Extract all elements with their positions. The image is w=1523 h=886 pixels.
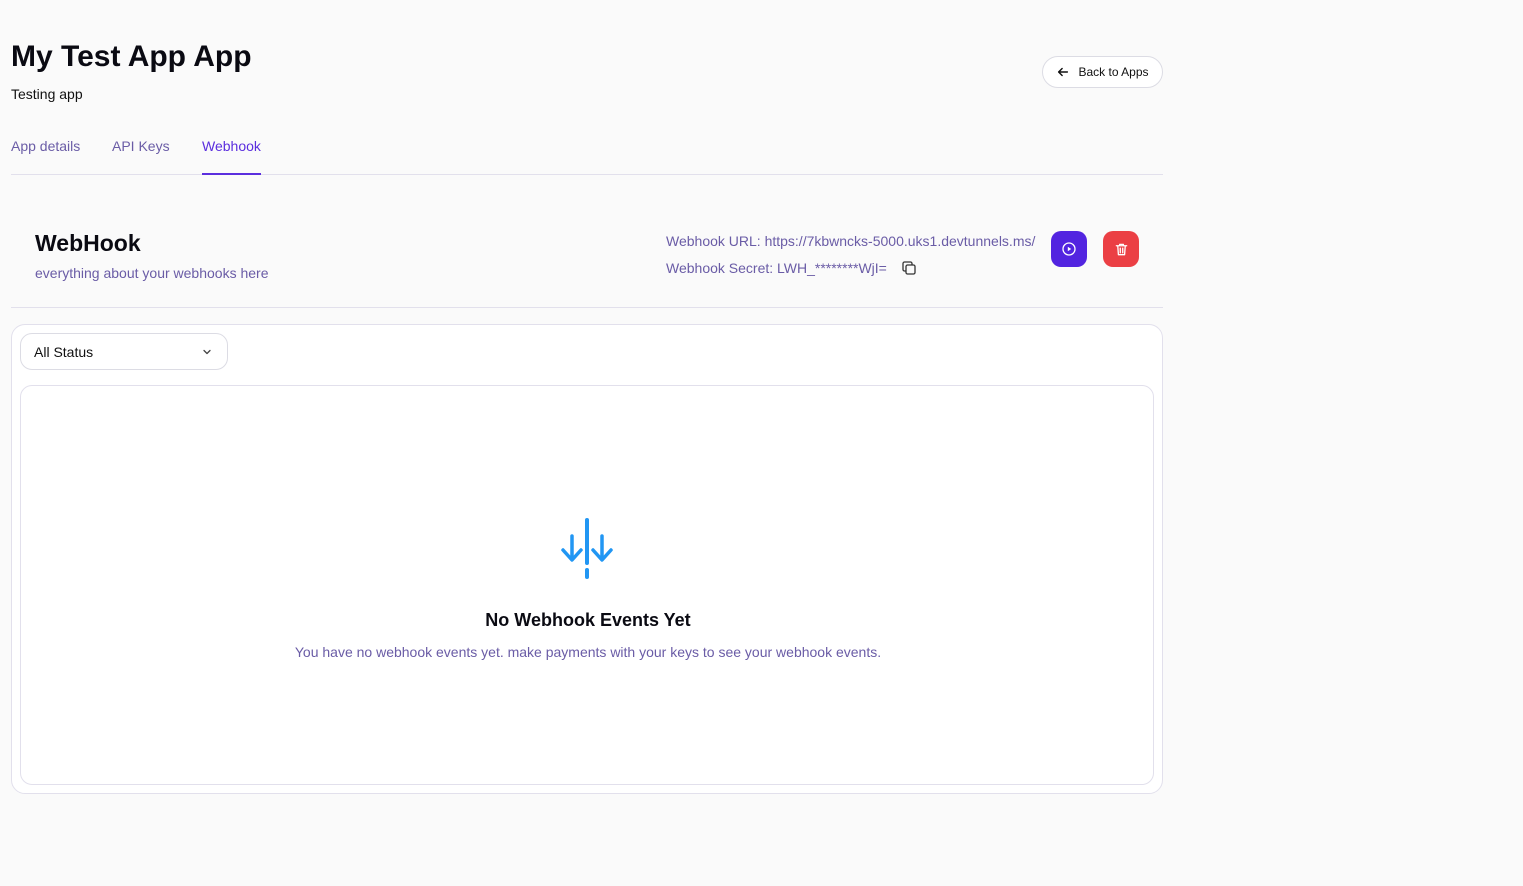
webhook-events-card: All Status No Webhook Events Yet You hav… [11, 324, 1163, 794]
webhook-url: Webhook URL: https://7kbwncks-5000.uks1.… [666, 233, 1036, 249]
status-filter-value: All Status [34, 343, 94, 360]
arrow-left-icon [1056, 65, 1070, 79]
page-title: My Test App App [11, 40, 252, 73]
back-to-apps-button[interactable]: Back to Apps [1042, 56, 1163, 88]
test-webhook-button[interactable] [1051, 231, 1087, 267]
app-webhook-page: My Test App App Testing app Back to Apps… [0, 0, 1523, 886]
empty-state-panel: No Webhook Events Yet You have no webhoo… [20, 385, 1154, 785]
page-subtitle: Testing app [11, 86, 83, 102]
tab-webhook[interactable]: Webhook [202, 138, 261, 175]
back-to-apps-label: Back to Apps [1078, 65, 1149, 79]
empty-state-title: No Webhook Events Yet [485, 610, 691, 630]
tab-bar: App details API Keys Webhook [11, 136, 1163, 175]
delete-webhook-button[interactable] [1103, 231, 1139, 267]
tab-app-details[interactable]: App details [11, 138, 80, 175]
webhook-secret: Webhook Secret: LWH_********WjI= [666, 260, 887, 276]
status-filter-select[interactable]: All Status [20, 333, 228, 370]
empty-state-description: You have no webhook events yet. make pay… [294, 644, 882, 660]
play-circle-icon [1061, 241, 1077, 257]
webhook-header: WebHook everything about your webhooks h… [11, 200, 1163, 308]
webhook-arrows-icon [561, 518, 613, 579]
webhook-secret-row: Webhook Secret: LWH_********WjI= [666, 260, 917, 276]
webhook-title: WebHook [35, 230, 141, 256]
tab-api-keys[interactable]: API Keys [112, 138, 170, 175]
chevron-down-icon [201, 346, 213, 358]
copy-icon[interactable] [901, 260, 917, 276]
webhook-description: everything about your webhooks here [35, 265, 269, 281]
trash-icon [1114, 242, 1129, 257]
